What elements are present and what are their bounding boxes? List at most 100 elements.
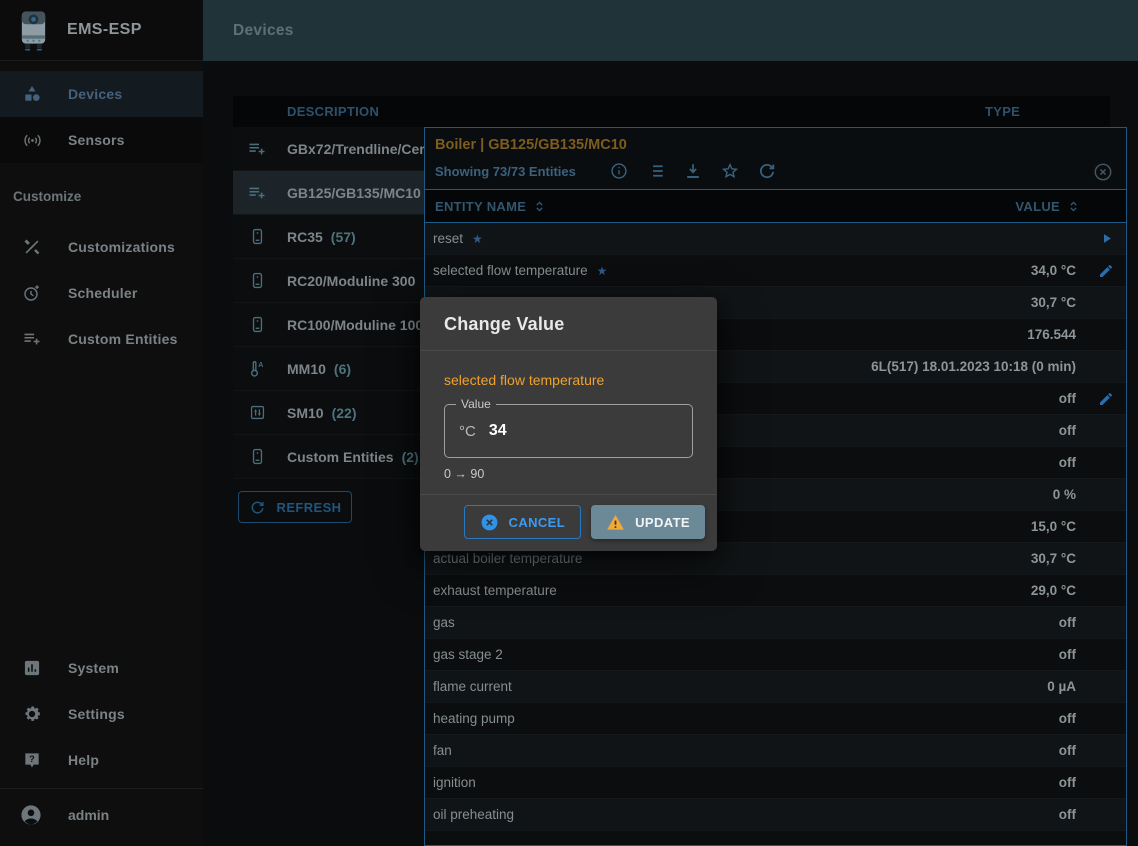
- showing-count: Showing 73/73 Entities: [435, 164, 576, 179]
- devices-icon: [20, 84, 44, 104]
- dialog-entity-label: selected flow temperature: [444, 372, 693, 388]
- page-title: Devices: [233, 22, 294, 40]
- device-name: Custom Entities: [287, 449, 394, 465]
- entity-name: reset: [433, 231, 463, 246]
- device-entity-count: (22): [332, 405, 357, 421]
- sidebar-user[interactable]: admin: [0, 789, 203, 841]
- star-icon[interactable]: [720, 161, 740, 181]
- value-input[interactable]: Value °C 34: [444, 404, 693, 458]
- entity-row[interactable]: gas stage 2off: [425, 639, 1126, 671]
- edit-icon[interactable]: [1098, 391, 1114, 407]
- change-value-dialog: Change Value selected flow temperature V…: [420, 297, 717, 551]
- play-icon[interactable]: [1099, 231, 1114, 246]
- refresh-icon[interactable]: [757, 161, 777, 181]
- refresh-button[interactable]: REFRESH: [238, 491, 352, 523]
- sidebar-item-help[interactable]: ? Help: [0, 737, 203, 783]
- entity-row[interactable]: selected flow temperature★34,0 °C: [425, 255, 1126, 287]
- entity-name: ignition: [433, 775, 476, 790]
- entity-value: off: [1059, 743, 1076, 758]
- column-description: DESCRIPTION: [287, 104, 379, 119]
- sidebar-nav-main: Devices Sensors: [0, 61, 203, 163]
- thermometer-auto-icon: A: [245, 359, 269, 379]
- sidebar-item-sensors[interactable]: Sensors: [0, 117, 203, 163]
- device-entity-count: (6): [334, 361, 351, 377]
- construction-icon: [20, 237, 44, 257]
- refresh-label: REFRESH: [277, 500, 342, 515]
- entity-value: off: [1059, 455, 1076, 470]
- update-button[interactable]: UPDATE: [591, 505, 705, 539]
- sidebar-item-custom-entities[interactable]: Custom Entities: [0, 316, 203, 362]
- sidebar-item-label: Custom Entities: [68, 331, 178, 347]
- svg-text:A: A: [258, 360, 263, 368]
- sidebar-item-system[interactable]: System: [0, 645, 203, 691]
- sidebar-item-devices[interactable]: Devices: [0, 71, 203, 117]
- entity-name: actual boiler temperature: [433, 551, 582, 566]
- device-name: SM10: [287, 405, 324, 421]
- entity-name: heating pump: [433, 711, 515, 726]
- list-icon[interactable]: [646, 161, 666, 181]
- entity-value: 29,0 °C: [1031, 583, 1076, 598]
- sidebar-item-settings[interactable]: Settings: [0, 691, 203, 737]
- entity-name: gas stage 2: [433, 647, 503, 662]
- close-icon[interactable]: [1092, 161, 1114, 183]
- sidebar-item-label: Devices: [68, 86, 122, 102]
- entity-value: 0 µA: [1047, 679, 1076, 694]
- entity-row[interactable]: heating pump off: [425, 703, 1126, 735]
- sidebar-item-scheduler[interactable]: Scheduler: [0, 270, 203, 316]
- thermostat-icon: [245, 227, 269, 246]
- dialog-body: selected flow temperature Value °C 34 0 …: [420, 351, 717, 494]
- cancel-icon: [480, 513, 499, 532]
- device-entity-count: (57): [331, 229, 356, 245]
- device-name: GBx72/Trendline/Cera: [287, 141, 433, 157]
- info-icon[interactable]: [609, 161, 629, 181]
- account-icon: [17, 803, 44, 827]
- entity-name: oil preheating: [433, 807, 514, 822]
- entity-value: 6L(517) 18.01.2023 10:18 (0 min): [871, 359, 1076, 374]
- warning-icon: [606, 513, 625, 532]
- device-name: RC20/Moduline 300: [287, 273, 415, 289]
- entity-row[interactable]: fan off: [425, 735, 1126, 767]
- module-icon: [245, 403, 269, 422]
- column-type: TYPE: [985, 104, 1020, 119]
- entity-value: 176.544: [1027, 327, 1076, 342]
- entity-row[interactable]: flame current0 µA: [425, 671, 1126, 703]
- help-icon: ?: [20, 750, 44, 770]
- sidebar-item-label: Sensors: [68, 132, 125, 148]
- playlist-add-icon: [245, 139, 269, 159]
- sort-icon: [1067, 200, 1080, 213]
- refresh-icon: [249, 499, 266, 516]
- entity-row[interactable]: reset★: [425, 223, 1126, 255]
- entity-value: off: [1059, 711, 1076, 726]
- entity-row[interactable]: exhaust temperature29,0 °C: [425, 575, 1126, 607]
- sort-entity-name[interactable]: ENTITY NAME: [435, 199, 546, 214]
- entity-row-partial: [425, 831, 1126, 846]
- device-name: RC100/Moduline 100: [287, 317, 423, 333]
- column-entity-name: ENTITY NAME: [435, 199, 526, 214]
- sidebar-item-label: System: [68, 660, 119, 676]
- entity-row[interactable]: oil preheatingoff: [425, 799, 1126, 831]
- entity-columns-header: ENTITY NAME VALUE: [425, 190, 1126, 223]
- edit-icon[interactable]: [1098, 263, 1114, 279]
- dialog-title: Change Value: [420, 297, 717, 351]
- update-label: UPDATE: [635, 515, 690, 530]
- customize-section-header: Customize: [0, 163, 203, 208]
- entity-row[interactable]: gasoff: [425, 607, 1126, 639]
- cancel-button[interactable]: CANCEL: [464, 505, 582, 539]
- sidebar-header: EMS-ESP: [0, 0, 203, 61]
- device-name: RC35: [287, 229, 323, 245]
- entity-name: fan: [433, 743, 452, 758]
- sidebar-item-customizations[interactable]: Customizations: [0, 224, 203, 270]
- download-icon[interactable]: [683, 161, 703, 181]
- entity-name: selected flow temperature: [433, 263, 588, 278]
- sidebar-item-label: Scheduler: [68, 285, 138, 301]
- sidebar-bottom: System Settings? Help admin: [0, 645, 203, 841]
- svg-text:?: ?: [29, 754, 35, 764]
- entity-panel-subheader: Showing 73/73 Entities: [435, 161, 1114, 181]
- value-field-label: Value: [456, 397, 496, 411]
- device-name: MM10: [287, 361, 326, 377]
- entity-row[interactable]: ignitionoff: [425, 767, 1126, 799]
- sort-value[interactable]: VALUE: [1015, 199, 1080, 214]
- entity-name: gas: [433, 615, 455, 630]
- sidebar-item-label: Help: [68, 752, 99, 768]
- thermostat-icon: [245, 447, 269, 466]
